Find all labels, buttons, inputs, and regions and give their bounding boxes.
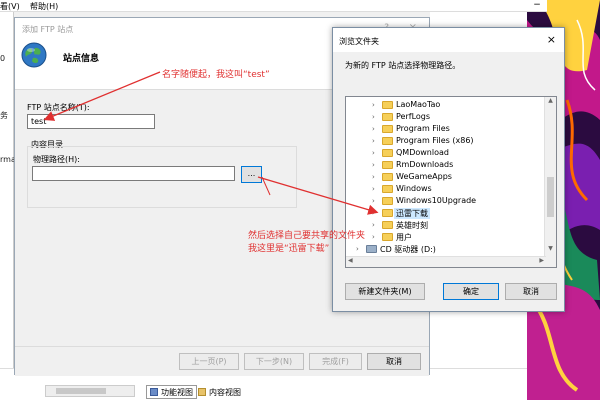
tree-item-laomaotao[interactable]: › LaoMaoTao — [346, 99, 544, 111]
scroll-right-icon[interactable]: ▶ — [539, 257, 544, 264]
browse-description: 为新的 FTP 站点选择物理路径。 — [345, 61, 461, 70]
folder-icon — [382, 137, 393, 145]
tree-item-label: RmDownloads — [396, 160, 454, 169]
folder-icon — [382, 221, 393, 229]
scroll-left-icon[interactable]: ◀ — [348, 257, 353, 264]
window-minimize-button[interactable]: − — [527, 0, 547, 12]
tree-vertical-scrollbar[interactable]: ▲ ▼ — [544, 97, 556, 267]
chevron-right-icon[interactable]: › — [372, 233, 380, 241]
chevron-right-icon[interactable]: › — [372, 185, 380, 193]
tree-item-users[interactable]: › 用户 — [346, 231, 544, 243]
scroll-down-icon[interactable]: ▼ — [545, 245, 556, 255]
folder-tree[interactable]: › LaoMaoTao › PerfLogs › Program Files › Pro… — [345, 96, 557, 268]
chevron-right-icon[interactable]: › — [372, 125, 380, 133]
tree-item-label: 迅雷下载 — [394, 208, 430, 219]
site-name-label: FTP 站点名称(T): — [27, 103, 90, 112]
chevron-right-icon[interactable]: › — [372, 101, 380, 109]
left-pane-text-2: 务 — [0, 111, 8, 120]
chevron-right-icon[interactable]: › — [372, 197, 380, 205]
tree-item-xunlei-download[interactable]: › 迅雷下载 — [346, 207, 544, 219]
tree-item-label: QMDownload — [396, 148, 449, 157]
tree-item-rmdownloads[interactable]: › RmDownloads — [346, 159, 544, 171]
features-view-icon — [150, 388, 158, 396]
chevron-right-icon[interactable]: › — [372, 161, 380, 169]
browse-dialog-title: 浏览文件夹 — [339, 37, 379, 46]
tree-item-hero-moments[interactable]: › 英雄时刻 — [346, 219, 544, 231]
folder-icon — [382, 125, 393, 133]
tab-content-view[interactable]: 内容视图 — [195, 385, 244, 399]
site-name-input[interactable]: test — [27, 114, 155, 129]
annotation-folder-note-line2: 我这里是“迅雷下载” — [248, 244, 330, 254]
left-pane-text-1: 0 — [0, 54, 6, 63]
menu-view[interactable]: 看(V) — [0, 1, 20, 12]
drive-icon — [366, 245, 377, 253]
tab-content-view-label: 内容视图 — [209, 387, 241, 397]
folder-icon — [382, 173, 393, 181]
globe-icon — [21, 42, 47, 68]
tree-item-windows10upgrade[interactable]: › Windows10Upgrade — [346, 195, 544, 207]
tree-item-label: WeGameApps — [396, 172, 452, 181]
annotation-folder-note-line1: 然后选择自己要共享的文件夹 — [248, 231, 366, 241]
tree-item-program-files[interactable]: › Program Files — [346, 123, 544, 135]
folder-icon — [382, 113, 393, 121]
tree-item-label: 英雄时刻 — [396, 221, 428, 230]
tree-horizontal-scrollbar[interactable]: ◀ ▶ — [346, 256, 546, 267]
folder-icon — [382, 185, 393, 193]
folder-icon — [382, 161, 393, 169]
left-pane: 0 务 rmat — [0, 12, 19, 400]
folder-icon — [382, 101, 393, 109]
menu-bar: 看(V) 帮助(H) — [0, 0, 527, 12]
cancel-button[interactable]: 取消 — [367, 353, 421, 370]
annotation-site-name-note: 名字随便起，我这叫“test” — [162, 70, 270, 80]
scroll-thumb[interactable] — [547, 177, 554, 217]
scroll-thumb[interactable] — [56, 388, 106, 394]
dialog-footer: 上一页(P) 下一步(N) 完成(F) 取消 — [15, 346, 429, 376]
chevron-right-icon[interactable]: › — [372, 173, 380, 181]
tab-features-view[interactable]: 功能视图 — [146, 385, 197, 399]
dialog-title: 添加 FTP 站点 — [22, 25, 74, 34]
tree-item-label: Windows10Upgrade — [396, 196, 477, 205]
new-folder-button[interactable]: 新建文件夹(M) — [345, 283, 425, 300]
content-view-icon — [198, 388, 206, 396]
chevron-right-icon[interactable]: › — [372, 221, 380, 229]
chevron-right-icon[interactable]: › — [372, 137, 380, 145]
browse-dialog-titlebar: 浏览文件夹 × — [333, 28, 564, 52]
chevron-right-icon[interactable]: › — [356, 245, 364, 253]
tree-item-label: LaoMaoTao — [396, 100, 441, 109]
tree-item-label: Program Files (x86) — [396, 136, 474, 145]
browse-close-icon[interactable]: × — [547, 33, 556, 46]
tree-item-qmdownload[interactable]: › QMDownload — [346, 147, 544, 159]
tree-item-label: PerfLogs — [396, 112, 431, 121]
folder-icon — [382, 209, 393, 217]
tree-item-label: 用户 — [396, 233, 412, 242]
tree-item-windows[interactable]: › Windows — [346, 183, 544, 195]
chevron-right-icon[interactable]: › — [372, 113, 380, 121]
menu-help[interactable]: 帮助(H) — [30, 1, 58, 12]
ok-button[interactable]: 确定 — [443, 283, 499, 300]
browse-button[interactable]: ... — [241, 166, 262, 183]
tree-item-perflogs[interactable]: › PerfLogs — [346, 111, 544, 123]
tree-item-program-files-x86[interactable]: › Program Files (x86) — [346, 135, 544, 147]
previous-button[interactable]: 上一页(P) — [179, 353, 239, 370]
finish-button[interactable]: 完成(F) — [309, 353, 362, 370]
folder-icon — [382, 233, 393, 241]
tree-item-wegameapps[interactable]: › WeGameApps — [346, 171, 544, 183]
chevron-right-icon[interactable]: › — [372, 149, 380, 157]
physical-path-label: 物理路径(H): — [33, 155, 80, 164]
tree-item-label: Program Files — [396, 124, 450, 133]
tab-features-view-label: 功能视图 — [161, 387, 193, 397]
browse-folder-dialog: 浏览文件夹 × 为新的 FTP 站点选择物理路径。 › LaoMaoTao › Pe… — [332, 27, 565, 312]
browse-cancel-button[interactable]: 取消 — [505, 283, 557, 300]
physical-path-input[interactable] — [32, 166, 235, 181]
chevron-right-icon[interactable]: › — [372, 209, 380, 217]
horizontal-scrollbar[interactable] — [45, 385, 135, 397]
site-info-heading: 站点信息 — [63, 54, 100, 64]
folder-icon — [382, 149, 393, 157]
scroll-up-icon[interactable]: ▲ — [545, 97, 556, 107]
folder-icon — [382, 197, 393, 205]
next-button[interactable]: 下一步(N) — [244, 353, 304, 370]
tree-item-label: Windows — [396, 184, 432, 193]
